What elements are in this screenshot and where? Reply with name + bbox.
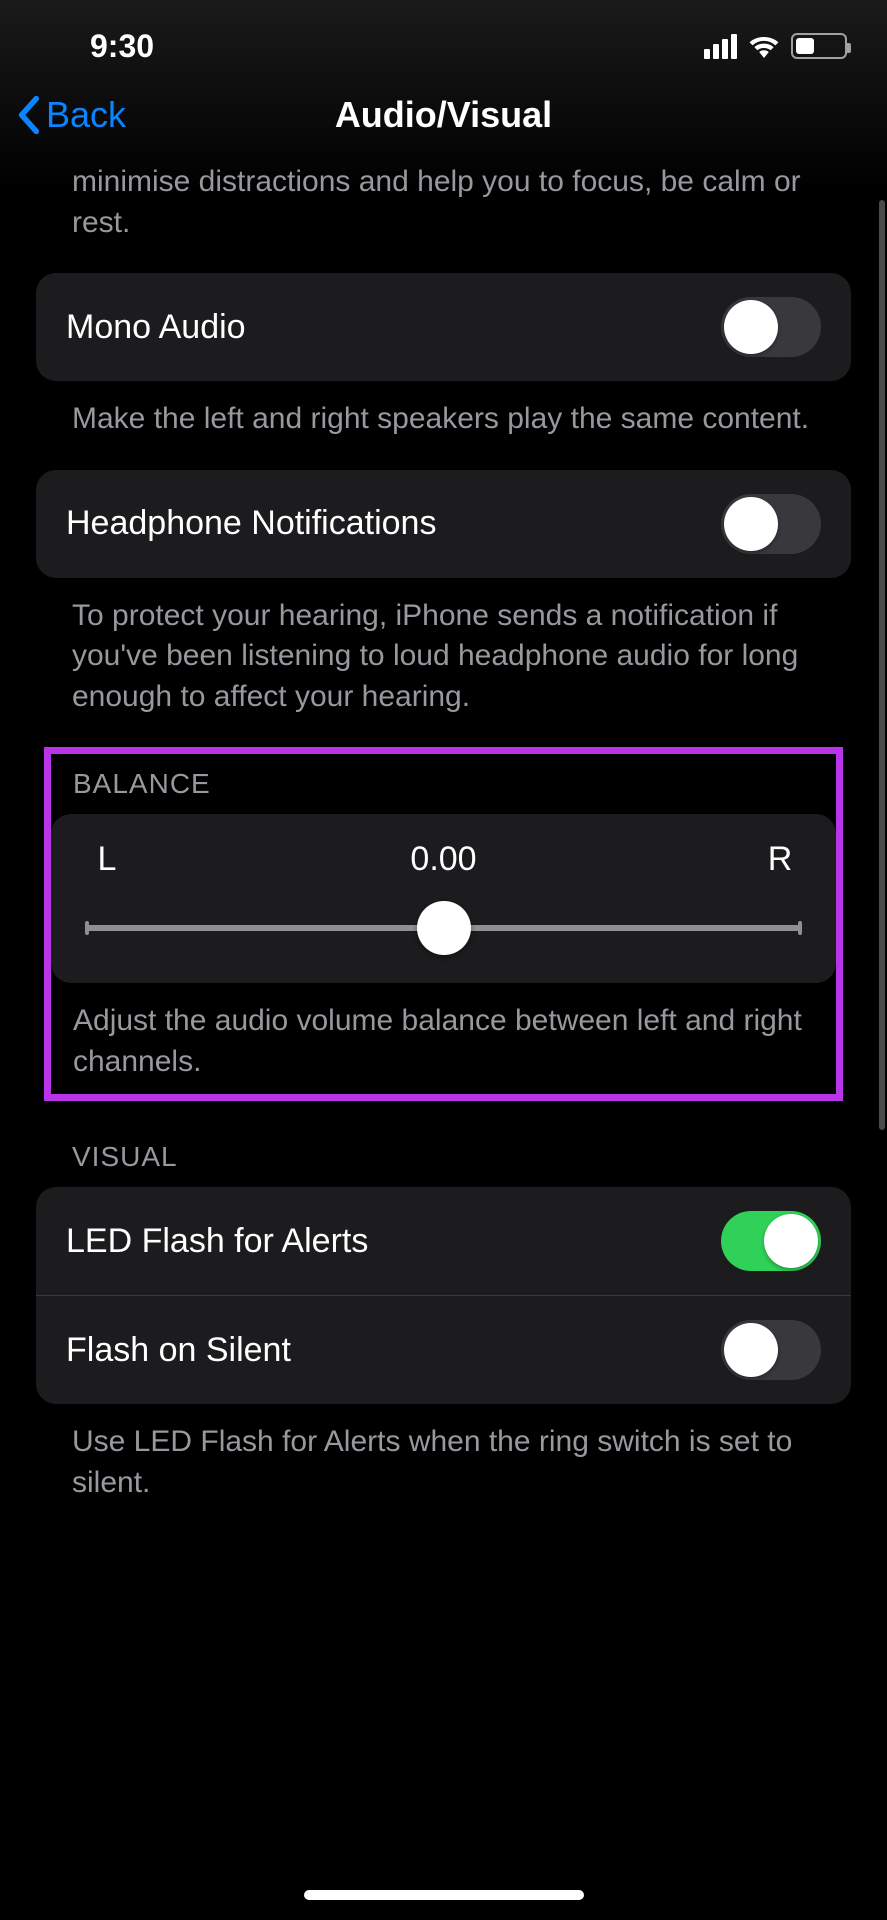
led-flash-toggle[interactable] [721, 1211, 821, 1271]
balance-slider[interactable] [85, 903, 802, 953]
visual-section-header: VISUAL [0, 1101, 887, 1187]
mono-audio-cell[interactable]: Mono Audio [36, 273, 851, 381]
content-scroll[interactable]: minimise distractions and help you to fo… [0, 150, 887, 1533]
flash-on-silent-cell[interactable]: Flash on Silent [36, 1295, 851, 1404]
nav-title: Audio/Visual [0, 94, 887, 136]
status-icons [704, 33, 847, 59]
balance-highlight-box: BALANCE L 0.00 R Adjust the audio volume… [44, 747, 843, 1101]
balance-section-header: BALANCE [51, 754, 836, 814]
wifi-icon [749, 34, 779, 58]
chevron-left-icon [18, 96, 40, 134]
background-sounds-partial-desc: minimise distractions and help you to fo… [0, 150, 887, 273]
flash-on-silent-label: Flash on Silent [66, 1331, 291, 1370]
headphone-notifications-cell[interactable]: Headphone Notifications [36, 470, 851, 578]
headphone-notifications-desc: To protect your hearing, iPhone sends a … [0, 578, 887, 748]
visual-group: LED Flash for Alerts Flash on Silent [36, 1187, 851, 1404]
back-label: Back [46, 94, 126, 136]
mono-audio-toggle[interactable] [721, 297, 821, 357]
flash-on-silent-toggle[interactable] [721, 1320, 821, 1380]
status-time: 9:30 [40, 28, 154, 65]
balance-right-label: R [760, 840, 800, 879]
balance-desc: Adjust the audio volume balance between … [51, 983, 836, 1094]
scrollbar[interactable] [879, 200, 885, 1130]
balance-cell: L 0.00 R [51, 814, 836, 983]
cellular-signal-icon [704, 34, 737, 59]
mono-audio-group: Mono Audio [36, 273, 851, 381]
balance-slider-knob[interactable] [417, 901, 471, 955]
balance-value-row: L 0.00 R [81, 834, 806, 899]
mono-audio-label: Mono Audio [66, 308, 246, 347]
home-indicator[interactable] [304, 1890, 584, 1900]
visual-desc: Use LED Flash for Alerts when the ring s… [0, 1404, 887, 1533]
screen: 9:30 Back Audio/Visual minimise distract… [0, 0, 887, 1920]
mono-audio-desc: Make the left and right speakers play th… [0, 381, 887, 470]
led-flash-label: LED Flash for Alerts [66, 1222, 368, 1261]
headphone-notifications-group: Headphone Notifications [36, 470, 851, 578]
battery-icon [791, 33, 847, 59]
nav-bar: Back Audio/Visual [0, 80, 887, 150]
headphone-notifications-toggle[interactable] [721, 494, 821, 554]
balance-left-label: L [87, 840, 127, 879]
led-flash-cell[interactable]: LED Flash for Alerts [36, 1187, 851, 1295]
headphone-notifications-label: Headphone Notifications [66, 504, 436, 543]
balance-value: 0.00 [127, 840, 760, 879]
status-bar: 9:30 [0, 0, 887, 80]
back-button[interactable]: Back [18, 94, 126, 136]
